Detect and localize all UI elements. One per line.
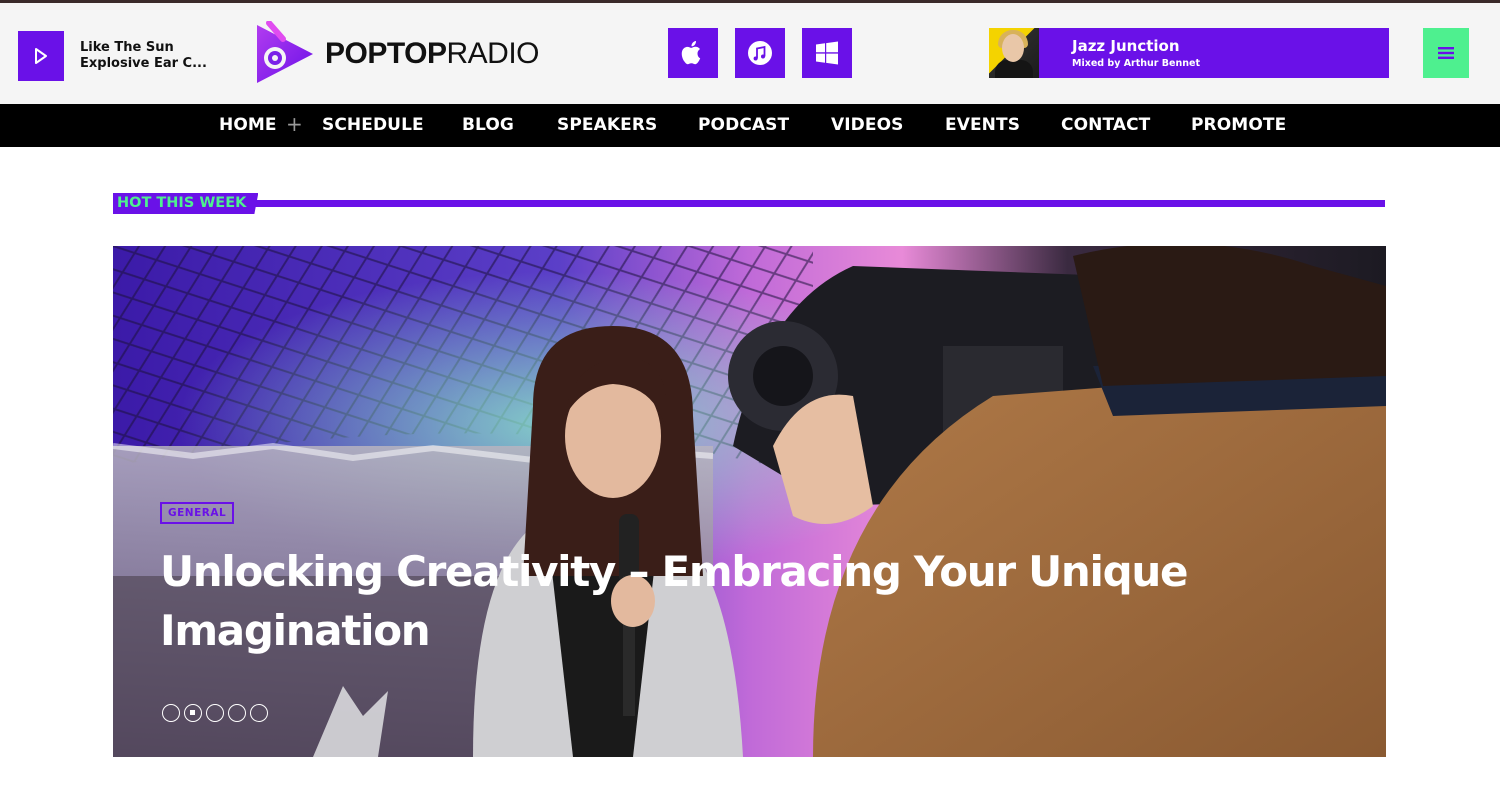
apple-store-button[interactable] [668,28,718,78]
nav-blog[interactable]: BLOG [462,104,514,147]
slider-dot[interactable] [228,704,246,722]
slider-dot[interactable] [250,704,268,722]
itunes-music-icon [748,41,772,65]
category-badge[interactable]: GENERAL [160,502,235,524]
apple-icon [681,41,701,65]
slider-dot[interactable] [206,704,224,722]
featured-show-banner[interactable]: Jazz Junction Mixed by Arthur Bennet [989,28,1389,78]
windows-store-button[interactable] [802,28,852,78]
site-logo[interactable]: POPTOPRADIO [255,21,539,87]
nav-home[interactable]: HOME [219,104,277,147]
nav-expand-plus[interactable]: + [286,104,303,147]
nav-videos[interactable]: VIDEOS [831,104,904,147]
nav-schedule[interactable]: SCHEDULE [322,104,424,147]
logo-play-icon [257,21,313,83]
itunes-store-button[interactable] [735,28,785,78]
slider-dot[interactable] [162,704,180,722]
track-artist: Explosive Ear C... [80,56,207,71]
slider-pagination [162,704,268,722]
nav-speakers[interactable]: SPEAKERS [557,104,657,147]
logo-word-light: RADIO [446,37,539,70]
section-title: HOT THIS WEEK [113,193,258,214]
show-host-avatar [989,28,1039,78]
main-navigation: HOME + SCHEDULE BLOG SPEAKERS PODCAST VI… [0,104,1500,147]
site-header: Like The Sun Explosive Ear C... POPTOPRA… [0,3,1500,104]
hero-slider[interactable]: GENERAL Unlocking Creativity – Embracing… [113,246,1386,757]
nav-contact[interactable]: CONTACT [1061,104,1150,147]
section-divider [113,200,1385,207]
play-button[interactable] [18,31,64,81]
logo-word-bold: POPTOP [325,37,447,70]
play-icon [35,48,47,64]
menu-button[interactable] [1423,28,1469,78]
hero-image [113,246,1386,757]
hamburger-icon [1438,47,1454,59]
nav-promote[interactable]: PROMOTE [1191,104,1286,147]
slider-dot-active[interactable] [184,704,202,722]
nav-podcast[interactable]: PODCAST [698,104,789,147]
section-heading: HOT THIS WEEK [113,193,1385,215]
show-title: Jazz Junction [1072,36,1180,55]
nav-events[interactable]: EVENTS [945,104,1020,147]
track-title: Like The Sun [80,40,174,55]
windows-icon [816,41,838,65]
now-playing[interactable]: Like The Sun Explosive Ear C... [80,40,240,72]
show-subtitle: Mixed by Arthur Bennet [1072,57,1200,69]
hero-title[interactable]: Unlocking Creativity – Embracing Your Un… [160,542,1260,660]
